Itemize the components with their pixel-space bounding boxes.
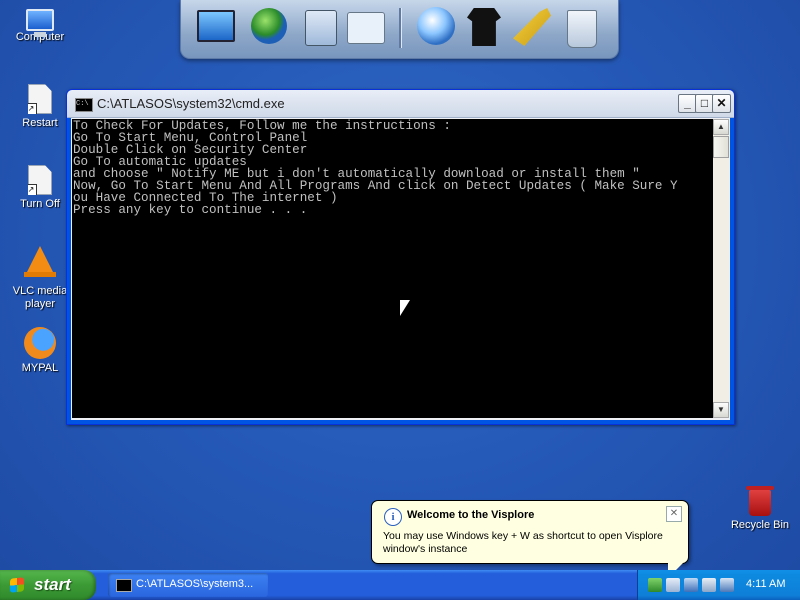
vlc-icon	[24, 246, 56, 277]
desktop-icon-label: Recycle Bin	[730, 519, 790, 531]
tools-icon[interactable]	[513, 8, 551, 46]
taskbar-item-label: C:\ATLASOS\system3...	[136, 578, 254, 590]
mouse-pointer-icon	[400, 300, 410, 316]
scroll-down-button[interactable]: ▼	[713, 402, 729, 418]
console-icon	[116, 579, 132, 592]
console-frame: To Check For Updates, Follow me the inst…	[71, 118, 730, 420]
globe-network-icon[interactable]	[251, 8, 287, 44]
clock[interactable]: 4:11 AM	[746, 578, 786, 590]
shortcut-document-icon: ↗	[28, 165, 52, 195]
notification-balloon[interactable]: i Welcome to the Visplore You may use Wi…	[371, 500, 689, 578]
shortcut-document-icon: ↗	[28, 84, 52, 114]
network-icon[interactable]	[648, 578, 662, 592]
window-titlebar[interactable]: C:\ C:\ATLASOS\system32\cmd.exe _ □ ✕	[67, 90, 734, 118]
desktop-icon-computer[interactable]: Computer	[2, 6, 78, 44]
close-button[interactable]: ✕	[712, 94, 731, 113]
desktop-icon-recycle-bin[interactable]: Recycle Bin	[722, 486, 798, 532]
start-button[interactable]: start	[0, 570, 96, 600]
volume-icon[interactable]	[666, 578, 680, 592]
system-tray: 4:11 AM	[637, 570, 800, 600]
firefox-icon	[24, 327, 56, 359]
console-output[interactable]: To Check For Updates, Follow me the inst…	[72, 119, 714, 418]
vertical-scrollbar[interactable]: ▲ ▼	[713, 119, 729, 418]
security-icon[interactable]	[720, 578, 734, 592]
info-icon: i	[384, 508, 402, 526]
display-icon[interactable]	[684, 578, 698, 592]
balloon-close-button[interactable]: ✕	[666, 506, 682, 522]
window-title: C:\ATLASOS\system32\cmd.exe	[97, 96, 285, 111]
balloon-title: Welcome to the Visplore	[407, 509, 535, 521]
folder-icon[interactable]	[305, 10, 337, 46]
console-line: Press any key to continue . . .	[73, 203, 308, 217]
dock-bar	[180, 0, 619, 59]
console-icon: C:\	[75, 98, 93, 112]
recycle-bin-icon	[746, 486, 774, 516]
chart-icon[interactable]	[347, 12, 385, 44]
start-label: start	[34, 575, 71, 594]
recycle-bin-icon[interactable]	[567, 10, 597, 48]
tshirt-icon[interactable]	[467, 8, 501, 46]
monitor-icon[interactable]	[197, 10, 235, 42]
internet-globe-icon[interactable]	[417, 7, 455, 45]
keyboard-icon[interactable]	[702, 578, 716, 592]
scroll-up-button[interactable]: ▲	[713, 119, 729, 135]
taskbar-item-cmd[interactable]: C:\ATLASOS\system3...	[108, 573, 268, 597]
windows-logo-icon	[10, 577, 24, 593]
scroll-thumb[interactable]	[713, 136, 729, 158]
cmd-window[interactable]: C:\ C:\ATLASOS\system32\cmd.exe _ □ ✕ To…	[66, 89, 735, 425]
balloon-message: You may use Windows key + W as shortcut …	[383, 530, 663, 555]
dock-separator	[399, 8, 402, 48]
computer-icon	[26, 9, 54, 37]
taskbar: start C:\ATLASOS\system3... 4:11 AM	[0, 570, 800, 600]
